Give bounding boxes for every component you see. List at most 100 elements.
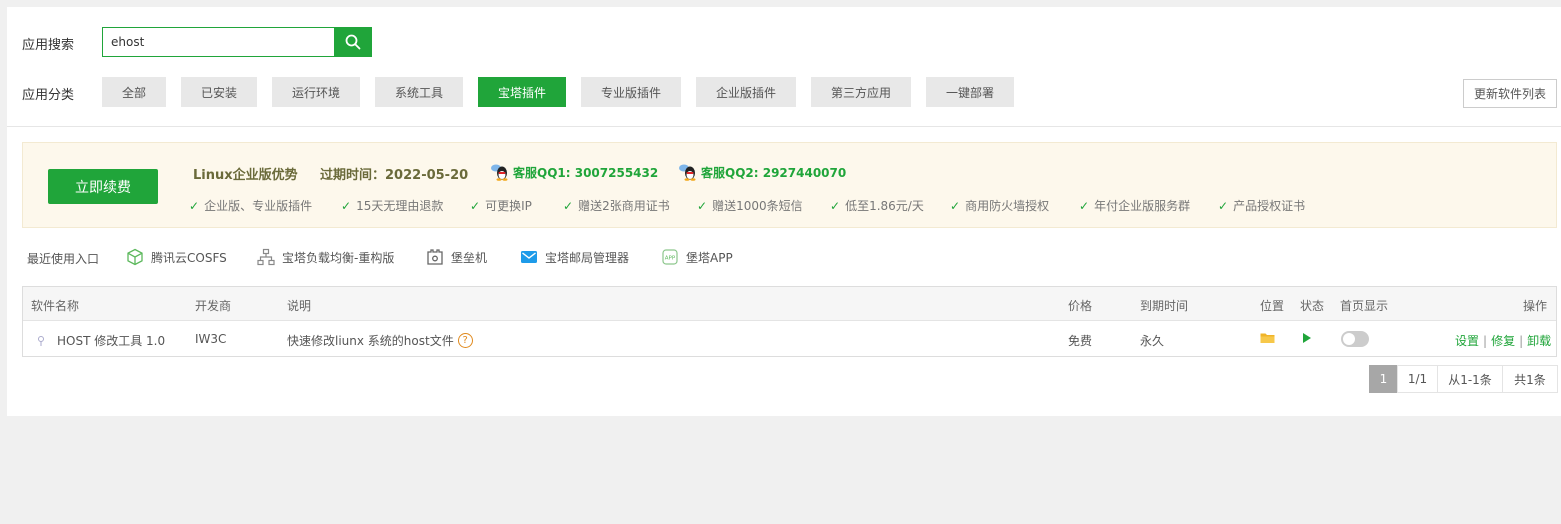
qq1-text: 客服QQ1: 3007255432 [513,165,659,180]
promo-title: Linux企业版优势 [193,168,298,183]
header-status: 状态 [1300,299,1325,313]
qq2-link[interactable]: 客服QQ2: 2927440070 [678,163,846,181]
cube-icon [125,247,145,267]
recent-item-mail[interactable]: 宝塔邮局管理器 [519,247,629,267]
settings-link[interactable]: 设置 [1455,332,1479,349]
divider [7,126,1561,127]
feature-item: ✓ 低至1.86元/天 [830,197,924,214]
header-actions: 操作 [1523,299,1548,313]
expire-label: 过期时间： [320,168,386,183]
recent-item-load-balance[interactable]: 宝塔负载均衡-重构版 [256,247,394,267]
software-table: 软件名称 开发商 说明 价格 到期时间 位置 状态 首页显示 操作 HOST 修… [22,286,1557,357]
check-icon: ✓ [1079,198,1090,213]
category-label: 应用分类 [22,88,75,103]
page-current[interactable]: 1 [1369,365,1398,393]
action-separator: | [1519,333,1524,348]
mail-icon [519,247,539,267]
svg-text:APP: APP [665,256,676,262]
price-cell: 免费 [1068,334,1093,348]
category-enterprise-plugins[interactable]: 企业版插件 [696,77,796,107]
expire-cell: 永久 [1140,334,1165,348]
expire-date: 2022-05-20 [385,168,469,183]
description-cell: 快速修改liunx 系统的host文件 ? [287,332,473,349]
check-icon: ✓ [341,198,352,213]
recent-item-cosfs[interactable]: 腾讯云COSFS [125,247,227,267]
renew-button[interactable]: 立即续费 [48,169,158,204]
category-one-click-deploy[interactable]: 一键部署 [926,77,1014,107]
feature-item: ✓ 可更换IP [470,197,532,214]
uninstall-link[interactable]: 卸载 [1527,332,1551,349]
search-label: 应用搜索 [22,38,75,53]
feature-item: ✓ 企业版、专业版插件 [189,197,312,214]
header-description: 说明 [287,299,312,313]
feature-item: ✓ 年付企业版服务群 [1079,197,1190,214]
status-cell[interactable] [1302,332,1312,344]
category-all[interactable]: 全部 [102,77,166,107]
header-expire: 到期时间 [1140,299,1189,313]
category-bt-plugins[interactable]: 宝塔插件 [478,77,566,107]
recent-item-label: 堡塔APP [686,250,733,265]
feature-item: ✓ 产品授权证书 [1218,197,1305,214]
location-cell[interactable] [1260,332,1275,344]
feature-item: ✓ 赠送2张商用证书 [563,197,670,214]
page-range: 从1-1条 [1437,365,1503,393]
category-pro-plugins[interactable]: 专业版插件 [581,77,681,107]
header-price: 价格 [1068,299,1093,313]
software-name: HOST 修改工具 1.0 [57,334,166,348]
folder-icon [1260,333,1275,343]
check-icon: ✓ [189,198,200,213]
homepage-display-toggle[interactable] [1341,331,1369,347]
check-icon: ✓ [697,198,708,213]
feature-item: ✓ 商用防火墙授权 [950,197,1049,214]
action-separator: | [1483,333,1488,348]
feature-label: 商用防火墙授权 [965,199,1050,213]
qq-icon [491,164,508,181]
check-icon: ✓ [950,198,961,213]
category-third-party[interactable]: 第三方应用 [811,77,911,107]
header-homepage-display: 首页显示 [1340,299,1389,313]
play-icon [1303,333,1311,343]
search-button[interactable] [334,27,372,57]
qq-icon [679,164,696,181]
feature-label: 15天无理由退款 [356,199,444,213]
feature-label: 低至1.86元/天 [845,199,924,213]
recent-item-label: 腾讯云COSFS [151,250,227,265]
expire-info: 过期时间：2022-05-20 [320,164,468,183]
feature-item: ✓ 15天无理由退款 [341,197,443,214]
recent-item-label: 堡垒机 [451,250,488,265]
page-count: 1/1 [1397,365,1438,393]
table-header: 软件名称 开发商 说明 价格 到期时间 位置 状态 首页显示 操作 [23,287,1556,321]
search-icon [345,34,361,50]
category-installed[interactable]: 已安装 [181,77,257,107]
recent-item-label: 宝塔邮局管理器 [545,250,630,265]
qq2-text: 客服QQ2: 2927440070 [701,165,847,180]
feature-label: 产品授权证书 [1233,199,1306,213]
repair-link[interactable]: 修复 [1491,332,1515,349]
qq1-link[interactable]: 客服QQ1: 3007255432 [490,163,658,181]
feature-label: 赠送2张商用证书 [578,199,670,213]
search-input[interactable] [102,27,334,57]
header-name: 软件名称 [31,299,80,313]
app-icon: APP [660,247,680,267]
help-icon[interactable]: ? [457,333,473,348]
category-system-tools[interactable]: 系统工具 [375,77,463,107]
header-developer: 开发商 [195,299,232,313]
feature-label: 可更换IP [485,199,532,213]
header-location: 位置 [1260,299,1285,313]
recent-item-label: 宝塔负载均衡-重构版 [282,250,395,265]
description-text: 快速修改liunx 系统的host文件 [287,334,454,348]
network-icon [256,247,276,267]
enterprise-promo-banner: 立即续费 Linux企业版优势 过期时间：2022-05-20 客服QQ1: 3… [22,142,1557,228]
check-icon: ✓ [563,198,574,213]
feature-label: 赠送1000条短信 [712,199,803,213]
page-total: 共1条 [1502,365,1558,393]
pagination: 1 1/1 从1-1条 共1条 [1369,365,1558,393]
plugin-icon [35,334,49,348]
feature-label: 企业版、专业版插件 [204,199,313,213]
recent-item-app[interactable]: APP 堡塔APP [660,247,733,267]
app-store-panel: 应用搜索 应用分类 全部 已安装 运行环境 系统工具 宝塔插件 专业版插件 企业… [7,7,1561,416]
category-runtime[interactable]: 运行环境 [272,77,360,107]
software-name-cell: HOST 修改工具 1.0 [35,332,165,349]
recent-item-bastion[interactable]: 堡垒机 [425,247,487,267]
refresh-software-list-button[interactable]: 更新软件列表 [1463,79,1557,108]
